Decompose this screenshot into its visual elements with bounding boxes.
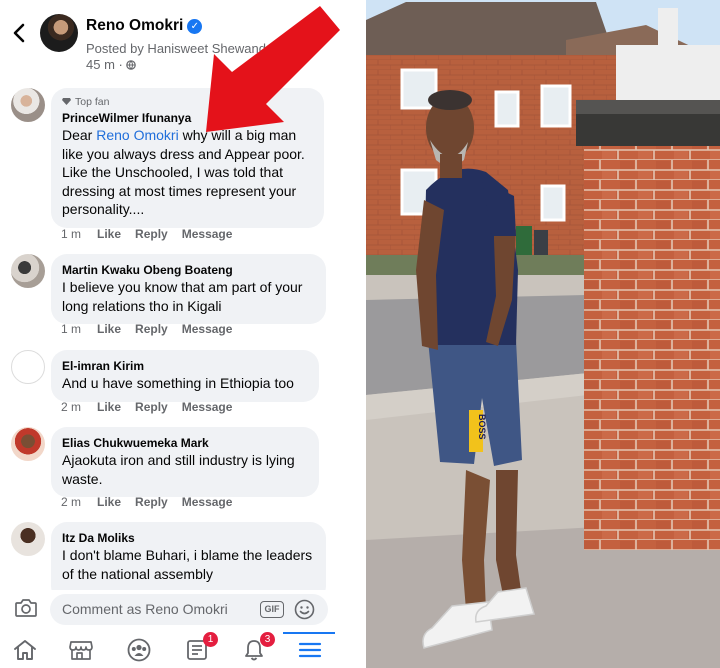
posted-by-text: Posted by Hanisweet Shewandagn <box>86 41 288 56</box>
groups-icon[interactable] <box>126 638 152 662</box>
comment-actions: 1 m Like Reply Message <box>61 227 246 241</box>
comment-text: I don't blame Buhari, i blame the leader… <box>62 547 313 582</box>
globe-icon <box>126 60 137 70</box>
commenter-name[interactable]: Itz Da Moliks <box>62 530 314 546</box>
comment-bubble: Martin Kwaku Obeng Boateng I believe you… <box>51 254 326 324</box>
top-fan-label: Top fan <box>75 96 110 108</box>
comment-time: 1 m <box>61 227 82 241</box>
camera-icon[interactable] <box>14 598 38 618</box>
marketplace-icon[interactable] <box>68 638 94 662</box>
man-standing-photo: BOSS <box>366 0 720 668</box>
comment-text-start: Dear <box>62 127 97 143</box>
message-button[interactable]: Message <box>182 322 233 336</box>
comment-text: And u have something in Ethiopia too <box>62 375 294 391</box>
comment-time: 2 m <box>61 400 82 414</box>
news-badge: 1 <box>203 632 218 647</box>
gif-button[interactable]: GIF <box>260 601 284 618</box>
commenter-avatar[interactable] <box>11 88 45 122</box>
message-button[interactable]: Message <box>182 495 233 509</box>
post-time: 45 m · <box>86 57 137 72</box>
message-button[interactable]: Message <box>182 227 233 241</box>
comment-bubble: El-imran Kirim And u have something in E… <box>51 350 319 402</box>
commenter-name[interactable]: Martin Kwaku Obeng Boateng <box>62 262 314 278</box>
reply-button[interactable]: Reply <box>135 495 168 509</box>
comment-time: 2 m <box>61 495 82 509</box>
post-time-text: 45 m · <box>86 57 123 72</box>
comment-time: 1 m <box>61 322 82 336</box>
comment-input-placeholder: Comment as Reno Omokri <box>62 601 228 617</box>
facebook-comments-panel: Reno Omokri ✓ Posted by Hanisweet Shewand… <box>0 0 358 668</box>
verified-badge-icon: ✓ <box>187 19 203 34</box>
comment-text: Dear Reno Omokri why will a big man like… <box>62 126 312 219</box>
active-tab-indicator <box>283 632 335 634</box>
shorts-brand-text: BOSS <box>477 414 487 440</box>
menu-icon[interactable] <box>297 638 323 662</box>
commenter-avatar[interactable] <box>11 254 45 288</box>
mention-link[interactable]: Reno Omokri <box>96 127 178 143</box>
like-button[interactable]: Like <box>97 495 121 509</box>
poster-name[interactable]: Reno Omokri ✓ <box>86 17 203 35</box>
back-arrow-icon[interactable] <box>8 20 30 46</box>
reply-button[interactable]: Reply <box>135 227 168 241</box>
commenter-avatar[interactable] <box>11 427 45 461</box>
emoji-icon[interactable] <box>294 599 315 620</box>
commenter-avatar[interactable] <box>11 350 45 384</box>
post-header: Reno Omokri ✓ Posted by Hanisweet Shewand… <box>0 0 358 80</box>
comment-composer: Comment as Reno Omokri GIF <box>0 590 358 628</box>
poster-name-text[interactable]: Reno Omokri <box>86 17 183 34</box>
commenter-avatar[interactable] <box>11 522 45 556</box>
home-icon[interactable] <box>12 638 38 662</box>
comment-bubble: Elias Chukwuemeka Mark Ajaokuta iron and… <box>51 427 319 497</box>
commenter-name[interactable]: El-imran Kirim <box>62 358 307 374</box>
message-button[interactable]: Message <box>182 400 233 414</box>
bottom-tab-bar: 1 3 <box>0 628 358 668</box>
comment-bubble: Top fan PrinceWilmer Ifunanya Dear Reno … <box>51 88 324 228</box>
comment-actions: 2 m Like Reply Message <box>61 495 246 509</box>
commenter-name[interactable]: PrinceWilmer Ifunanya <box>62 110 312 126</box>
notifications-badge: 3 <box>260 632 275 647</box>
photo-panel: BOSS <box>366 0 720 668</box>
like-button[interactable]: Like <box>97 227 121 241</box>
like-button[interactable]: Like <box>97 322 121 336</box>
like-button[interactable]: Like <box>97 400 121 414</box>
comment-actions: 2 m Like Reply Message <box>61 400 246 414</box>
diamond-icon <box>62 98 71 105</box>
comment-input[interactable]: Comment as Reno Omokri GIF <box>50 594 328 625</box>
top-fan-badge: Top fan <box>62 96 312 108</box>
poster-avatar[interactable] <box>40 14 78 52</box>
notifications-tab[interactable]: 3 <box>241 632 275 662</box>
commenter-name[interactable]: Elias Chukwuemeka Mark <box>62 435 307 451</box>
reply-button[interactable]: Reply <box>135 322 168 336</box>
news-tab[interactable]: 1 <box>184 632 218 662</box>
reply-button[interactable]: Reply <box>135 400 168 414</box>
comment-actions: 1 m Like Reply Message <box>61 322 246 336</box>
comment-text: I believe you know that am part of your … <box>62 279 303 314</box>
comment-text: Ajaokuta iron and still industry is lyin… <box>62 452 295 487</box>
